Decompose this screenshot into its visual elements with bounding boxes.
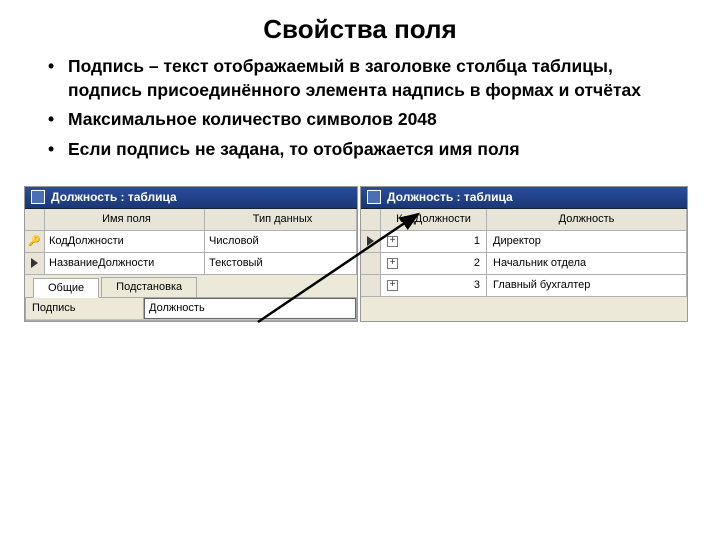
bullet-item: Если подпись не задана, то отображается …: [68, 138, 680, 162]
cell-value: 1: [398, 235, 480, 247]
data-row[interactable]: + 3 Главный бухгалтер: [361, 275, 687, 297]
grid-header-row: КодДолжности Должность: [361, 209, 687, 231]
row-selector[interactable]: [361, 275, 381, 296]
property-row-caption: Подпись Должность: [26, 298, 356, 320]
column-header[interactable]: КодДолжности: [381, 209, 487, 230]
table-icon: [367, 190, 381, 204]
data-type-cell[interactable]: Числовой: [205, 231, 357, 252]
expand-icon[interactable]: +: [387, 236, 398, 247]
expand-icon[interactable]: +: [387, 280, 398, 291]
field-name-cell[interactable]: КодДолжности: [45, 231, 205, 252]
property-label: Подпись: [26, 298, 144, 319]
slide-title: Свойства поля: [0, 0, 720, 55]
property-tabs: Общие Подстановка: [25, 277, 357, 297]
current-row-icon: [367, 236, 374, 246]
data-row[interactable]: + 2 Начальник отдела: [361, 253, 687, 275]
property-value-input[interactable]: Должность: [144, 298, 356, 319]
data-row[interactable]: + 1 Директор: [361, 231, 687, 253]
column-header[interactable]: Должность: [487, 209, 687, 230]
row-selector[interactable]: [25, 253, 45, 274]
row-selector-header: [361, 209, 381, 230]
expand-icon[interactable]: +: [387, 258, 398, 269]
table-icon: [31, 190, 45, 204]
window-title: Должность : таблица: [387, 190, 513, 204]
current-row-icon: [31, 258, 38, 268]
window-title: Должность : таблица: [51, 190, 177, 204]
name-cell[interactable]: Начальник отдела: [487, 253, 687, 274]
field-design-grid[interactable]: Имя поля Тип данных 🔑 КодДолжности Число…: [25, 209, 357, 275]
data-grid[interactable]: КодДолжности Должность + 1 Директор +: [361, 209, 687, 297]
bullet-item: Максимальное количество символов 2048: [68, 108, 680, 132]
titlebar[interactable]: Должность : таблица: [361, 187, 687, 209]
id-cell[interactable]: + 3: [381, 275, 487, 296]
design-view-window: Должность : таблица Имя поля Тип данных …: [24, 186, 358, 322]
cell-value: 2: [398, 257, 480, 269]
data-type-cell[interactable]: Текстовый: [205, 253, 357, 274]
row-selector[interactable]: 🔑: [25, 231, 45, 252]
field-row[interactable]: НазваниеДолжности Текстовый: [25, 253, 357, 275]
name-cell[interactable]: Главный бухгалтер: [487, 275, 687, 296]
row-selector[interactable]: [361, 231, 381, 252]
tab-general[interactable]: Общие: [33, 278, 99, 298]
id-cell[interactable]: + 2: [381, 253, 487, 274]
datasheet-view-window: Должность : таблица КодДолжности Должнос…: [360, 186, 688, 322]
tab-lookup[interactable]: Подстановка: [101, 277, 197, 297]
row-selector-header: [25, 209, 45, 230]
id-cell[interactable]: + 1: [381, 231, 487, 252]
data-type-header[interactable]: Тип данных: [205, 209, 357, 230]
grid-header-row: Имя поля Тип данных: [25, 209, 357, 231]
name-cell[interactable]: Директор: [487, 231, 687, 252]
field-row[interactable]: 🔑 КодДолжности Числовой: [25, 231, 357, 253]
titlebar[interactable]: Должность : таблица: [25, 187, 357, 209]
property-sheet: Подпись Должность: [25, 297, 357, 321]
bullet-list: Подпись – текст отображаемый в заголовке…: [0, 55, 720, 186]
bullet-item: Подпись – текст отображаемый в заголовке…: [68, 55, 680, 102]
primary-key-icon: 🔑: [28, 236, 40, 247]
cell-value: 3: [398, 279, 480, 291]
row-selector[interactable]: [361, 253, 381, 274]
field-name-cell[interactable]: НазваниеДолжности: [45, 253, 205, 274]
field-name-header[interactable]: Имя поля: [45, 209, 205, 230]
